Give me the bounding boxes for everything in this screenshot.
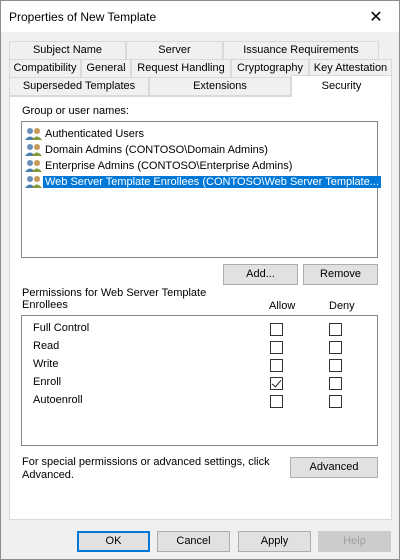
- title-bar: Properties of New Template ✕: [1, 1, 399, 32]
- apply-button-label: Apply: [260, 535, 289, 547]
- tab-general[interactable]: General: [81, 59, 131, 78]
- security-panel: Group or user names: Authenticated Users…: [9, 96, 392, 520]
- ok-button-label: OK: [105, 535, 122, 547]
- user-name: Authenticated Users: [45, 128, 145, 140]
- allow-checkbox[interactable]: [270, 377, 283, 390]
- list-item-selected[interactable]: Web Server Template Enrollees (CONTOSO\W…: [25, 174, 383, 190]
- help-button[interactable]: Help: [318, 531, 391, 552]
- deny-checkbox[interactable]: [329, 323, 342, 336]
- permission-name: Autoenroll: [33, 394, 83, 406]
- close-button[interactable]: ✕: [353, 1, 399, 32]
- tab-extensions[interactable]: Extensions: [149, 77, 291, 96]
- advanced-button[interactable]: Advanced: [290, 457, 378, 478]
- list-item[interactable]: Domain Admins (CONTOSO\Domain Admins): [25, 142, 270, 158]
- permission-row: Enroll: [22, 374, 377, 392]
- ok-button[interactable]: OK: [77, 531, 150, 552]
- permission-row: Autoenroll: [22, 392, 377, 410]
- close-icon: ✕: [369, 8, 383, 26]
- apply-button[interactable]: Apply: [238, 531, 311, 552]
- list-item[interactable]: Enterprise Admins (CONTOSO\Enterprise Ad…: [25, 158, 294, 174]
- permission-name: Write: [33, 358, 59, 370]
- tab-superseded-templates[interactable]: Superseded Templates: [9, 77, 149, 96]
- add-button-label: Add...: [246, 268, 275, 280]
- tab-issuance-requirements[interactable]: Issuance Requirements: [223, 41, 379, 60]
- permission-name: Enroll: [33, 376, 62, 388]
- help-button-label: Help: [343, 535, 366, 547]
- remove-button[interactable]: Remove: [303, 264, 378, 285]
- deny-header: Deny: [329, 300, 355, 312]
- permission-row: Read: [22, 338, 377, 356]
- window-title: Properties of New Template: [9, 10, 157, 24]
- permissions-label: Permissions for Web Server Template: [22, 287, 207, 299]
- list-item[interactable]: Authenticated Users: [25, 126, 146, 142]
- remove-button-label: Remove: [320, 268, 361, 280]
- users-group-icon: [25, 160, 42, 172]
- deny-checkbox[interactable]: [329, 341, 342, 354]
- tab-server[interactable]: Server: [126, 41, 223, 60]
- permission-name: Full Control: [33, 322, 90, 334]
- allow-checkbox[interactable]: [270, 323, 283, 336]
- permission-row: Write: [22, 356, 377, 374]
- deny-checkbox[interactable]: [329, 359, 342, 372]
- properties-dialog: Properties of New Template ✕ Subject Nam…: [0, 0, 400, 560]
- user-name: Domain Admins (CONTOSO\Domain Admins): [45, 144, 268, 156]
- advanced-button-label: Advanced: [309, 461, 359, 473]
- allow-header: Allow: [269, 300, 296, 312]
- allow-checkbox[interactable]: [270, 359, 283, 372]
- tab-subject-name[interactable]: Subject Name: [9, 41, 126, 60]
- tab-compatibility[interactable]: Compatibility: [9, 59, 81, 78]
- tab-request-handling[interactable]: Request Handling: [131, 59, 231, 78]
- permission-name: Read: [33, 340, 60, 352]
- permissions-label-cont: Enrollees: [22, 299, 68, 311]
- add-button[interactable]: Add...: [223, 264, 298, 285]
- permission-row: Full Control: [22, 320, 377, 338]
- user-list[interactable]: Authenticated Users Domain Admins (CONTO…: [21, 121, 382, 258]
- tab-security[interactable]: Security: [291, 75, 392, 97]
- advanced-hint-cont: Advanced.: [22, 469, 74, 481]
- cancel-button-label: Cancel: [176, 535, 211, 547]
- cancel-button[interactable]: Cancel: [157, 531, 230, 552]
- group-label: Group or user names:: [22, 105, 129, 117]
- allow-checkbox[interactable]: [270, 341, 283, 354]
- advanced-hint: For special permissions or advanced sett…: [22, 456, 270, 468]
- users-group-icon: [25, 176, 42, 188]
- user-name: Enterprise Admins (CONTOSO\Enterprise Ad…: [45, 160, 293, 172]
- users-group-icon: [25, 128, 42, 140]
- users-group-icon: [25, 144, 42, 156]
- user-name: Web Server Template Enrollees (CONTOSO\W…: [43, 176, 382, 188]
- permissions-list: Full Control Read Write Enroll Autoenrol: [21, 315, 378, 446]
- deny-checkbox[interactable]: [329, 377, 342, 390]
- allow-checkbox[interactable]: [270, 395, 283, 408]
- deny-checkbox[interactable]: [329, 395, 342, 408]
